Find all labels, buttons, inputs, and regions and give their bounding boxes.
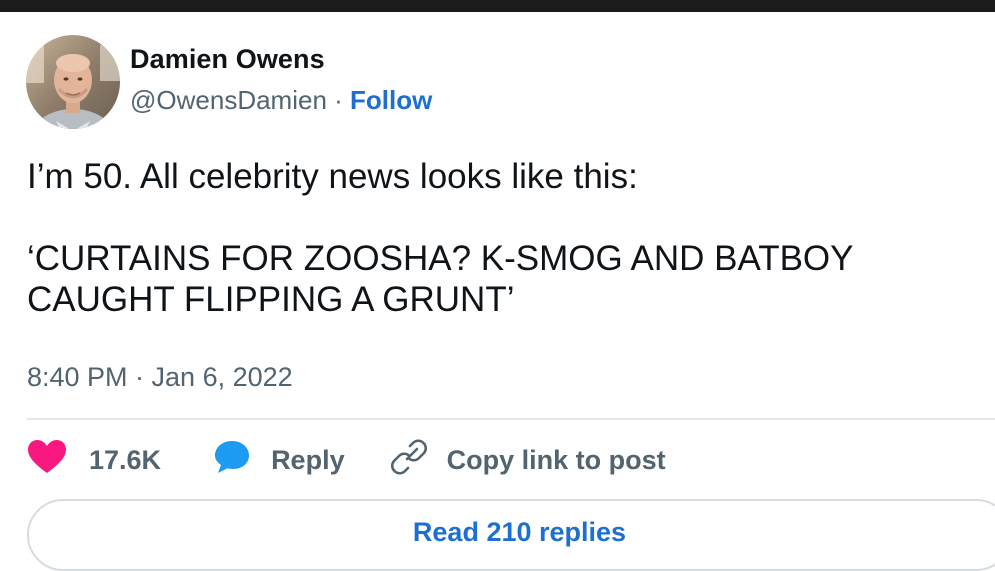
like-count: 17.6K xyxy=(89,444,162,475)
tweet-text: I’m 50. All celebrity news looks like th… xyxy=(27,156,977,320)
tweet-timestamp[interactable]: 8:40 PM · Jan 6, 2022 xyxy=(27,362,293,393)
action-bar: 17.6K Reply Copy link to post xyxy=(27,438,666,482)
copy-link-button[interactable]: Copy link to post xyxy=(390,438,666,482)
like-button[interactable]: 17.6K xyxy=(27,439,161,482)
follow-button[interactable]: Follow xyxy=(350,85,432,115)
read-replies-button[interactable]: Read 210 replies xyxy=(27,499,995,571)
divider xyxy=(27,418,995,420)
reply-label: Reply xyxy=(271,444,345,475)
author-handle-row: @OwensDamien · Follow xyxy=(130,85,432,116)
read-replies-label: Read 210 replies xyxy=(412,517,627,547)
copy-link-label: Copy link to post xyxy=(446,444,666,475)
avatar-image xyxy=(26,35,120,129)
top-bar xyxy=(0,0,995,12)
heart-icon xyxy=(27,439,67,482)
tweet-quote-text: ‘CURTAINS FOR ZOOSHA? K-SMOG AND BATBOY … xyxy=(27,239,853,319)
author-handle[interactable]: @OwensDamien xyxy=(130,85,327,115)
speech-bubble-icon xyxy=(213,439,251,482)
author-name[interactable]: Damien Owens xyxy=(130,44,325,75)
avatar[interactable] xyxy=(26,35,120,129)
reply-button[interactable]: Reply xyxy=(213,439,345,482)
tweet-card: Damien Owens @OwensDamien · Follow I’m 5… xyxy=(0,12,995,571)
handle-separator: · xyxy=(326,85,351,115)
link-icon xyxy=(390,438,427,482)
tweet-text-line: I’m 50. All celebrity news looks like th… xyxy=(27,157,638,196)
